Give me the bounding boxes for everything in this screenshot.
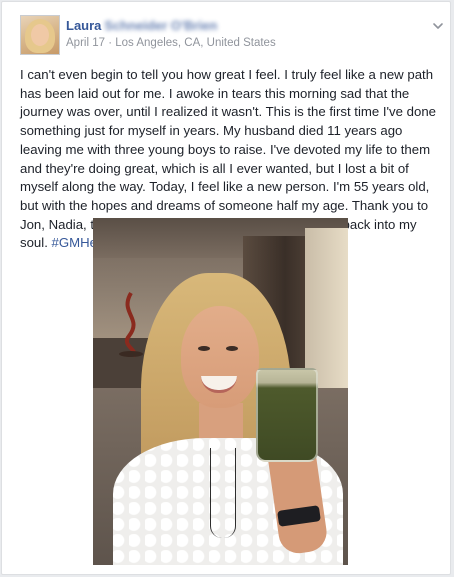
facebook-post: Laura Schneider O'Brien April 17 · Los An… (1, 1, 451, 575)
photo-necklace (210, 448, 236, 538)
photo-left-eye (198, 346, 210, 351)
post-location[interactable]: Los Angeles, CA, United States (115, 37, 275, 49)
author-first-name[interactable]: Laura (66, 18, 101, 33)
post-header: Laura Schneider O'Brien April 17 · Los An… (20, 15, 443, 55)
chevron-down-icon[interactable] (431, 19, 445, 33)
author-last-name-blurred[interactable]: Schneider O'Brien (104, 18, 217, 33)
avatar-face (31, 24, 49, 46)
meta-separator: · (108, 37, 113, 49)
author-name[interactable]: Laura Schneider O'Brien (66, 17, 217, 35)
post-meta: April 17 · Los Angeles, CA, United State… (66, 37, 276, 49)
photo-right-eye (226, 346, 238, 351)
photo-neck (199, 403, 243, 443)
post-photo[interactable] (93, 218, 348, 565)
author-avatar[interactable] (20, 15, 60, 55)
post-date[interactable]: April 17 (66, 37, 105, 49)
photo-green-drink-glass (256, 368, 318, 462)
